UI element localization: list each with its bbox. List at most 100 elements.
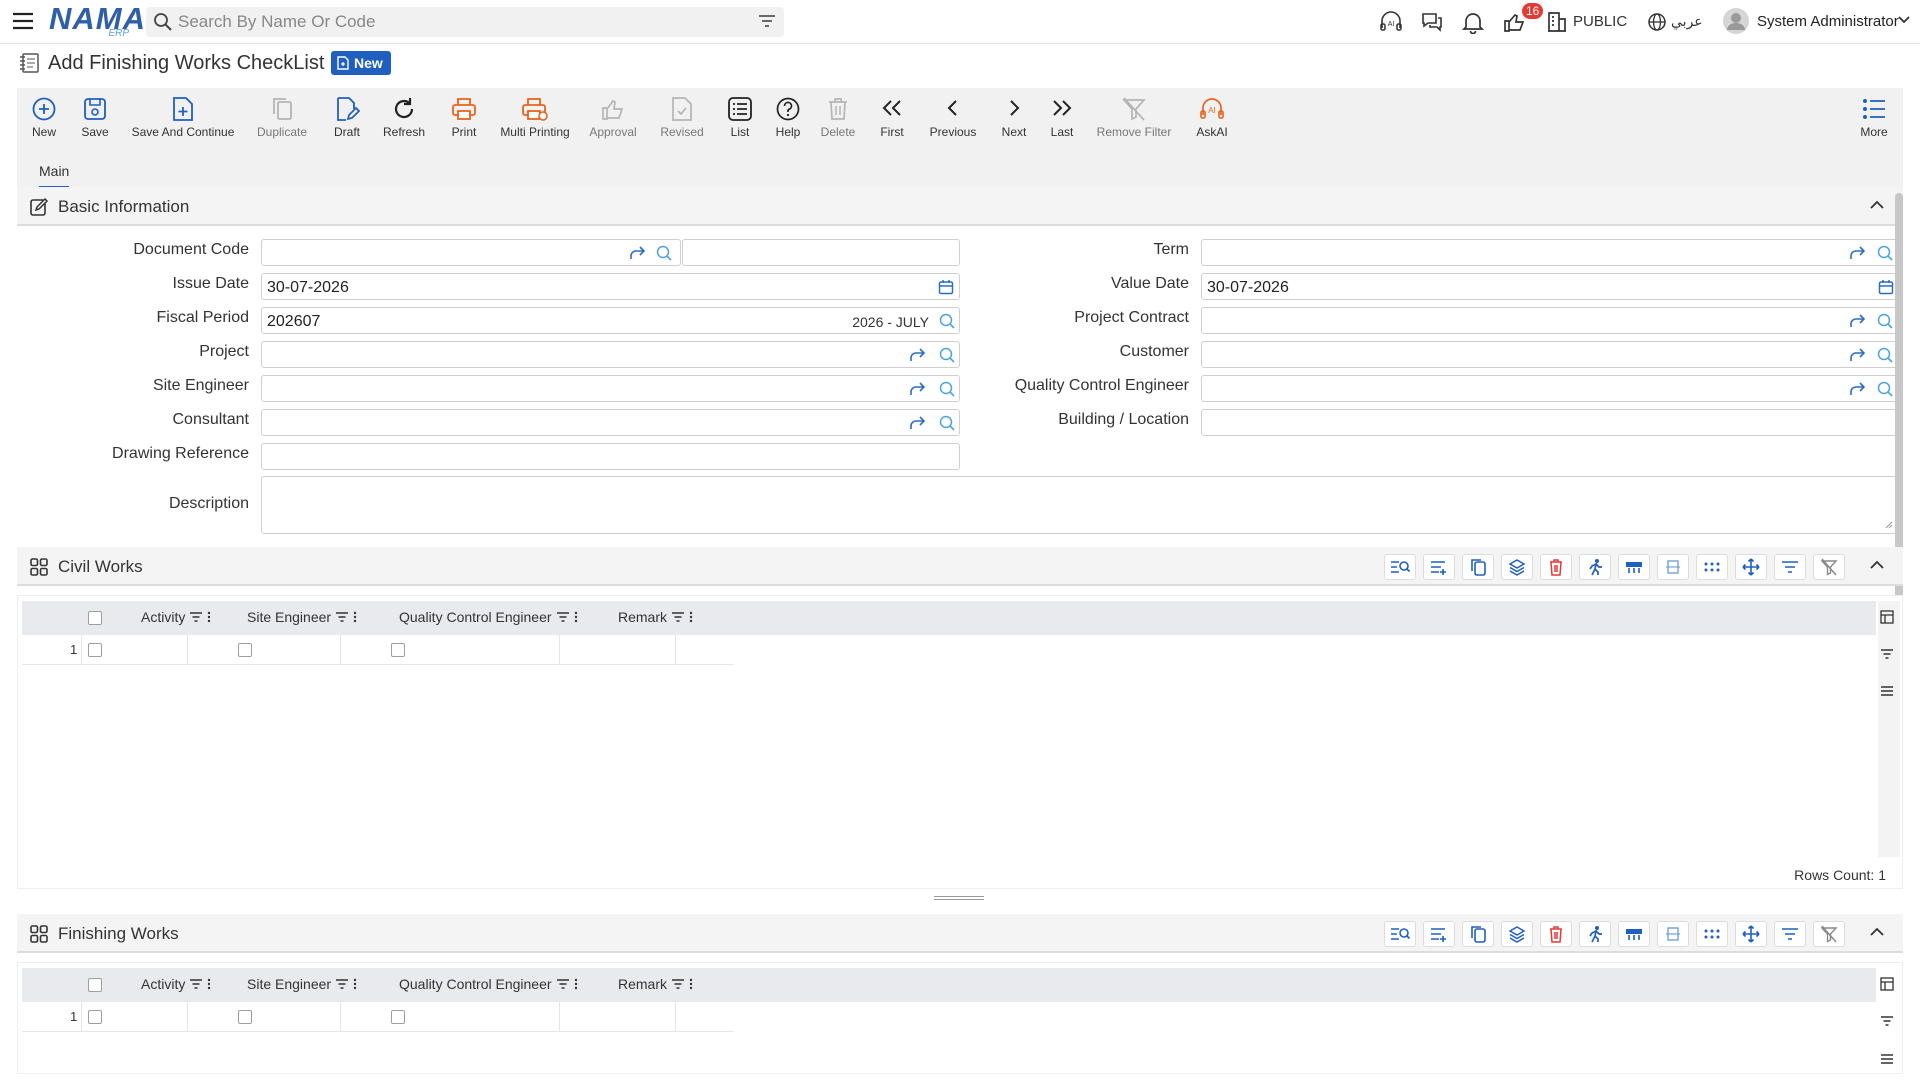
grid-merge-button[interactable] [1618, 554, 1650, 580]
approval-button[interactable]: Approval [586, 88, 640, 154]
document-code-input[interactable] [261, 239, 681, 266]
search-input[interactable] [178, 7, 738, 37]
remark-cell[interactable] [560, 635, 676, 665]
filter-icon[interactable] [189, 978, 203, 990]
resize-handle-icon[interactable] [1885, 521, 1893, 529]
grid-add-row-button[interactable] [1423, 554, 1455, 580]
grid-search-button[interactable] [1384, 921, 1416, 947]
branch-label[interactable]: PUBLIC [1573, 13, 1627, 30]
askai-button[interactable]: AI AskAI [1192, 88, 1232, 154]
tab-main[interactable]: Main [39, 163, 70, 188]
ai-assistant-icon[interactable]: AI [1379, 10, 1403, 34]
logo[interactable]: NAMA ERP [49, 3, 145, 39]
next-button[interactable]: Next [998, 88, 1030, 154]
select-all-checkbox[interactable] [88, 611, 102, 625]
site-engineer-checkbox[interactable] [238, 1010, 252, 1024]
quality-control-engineer-input[interactable] [1201, 375, 1898, 402]
column-menu-icon[interactable] [689, 611, 693, 623]
basic-information-header[interactable]: Basic Information [17, 187, 1903, 226]
chat-icon[interactable] [1420, 10, 1444, 34]
filter-icon[interactable] [556, 978, 570, 990]
grid-columns-icon[interactable] [1880, 610, 1894, 624]
filter-icon[interactable] [189, 611, 203, 623]
grid-delete-button[interactable] [1540, 921, 1572, 947]
grid-copy-button[interactable] [1462, 921, 1494, 947]
grid-run-button[interactable] [1579, 921, 1611, 947]
site-engineer-input[interactable] [261, 375, 960, 402]
draft-button[interactable]: Draft [328, 88, 366, 154]
multi-printing-button[interactable]: Multi Printing [495, 88, 575, 154]
open-link-icon[interactable] [1849, 313, 1867, 329]
open-link-icon[interactable] [909, 347, 927, 363]
column-header-site-engineer[interactable]: Site Engineer [247, 976, 357, 992]
filter-icon[interactable] [671, 978, 685, 990]
consultant-input[interactable] [261, 409, 960, 436]
column-menu-icon[interactable] [353, 611, 357, 623]
chevron-up-icon[interactable] [1869, 926, 1885, 938]
grid-layers-button[interactable] [1501, 554, 1533, 580]
table-row[interactable]: 1 [22, 1002, 734, 1032]
filter-icon[interactable] [758, 13, 776, 29]
grid-scrollbar[interactable] [1878, 601, 1900, 857]
open-link-icon[interactable] [1849, 381, 1867, 397]
grid-copy-button[interactable] [1462, 554, 1494, 580]
save-and-continue-button[interactable]: Save And Continue [127, 88, 239, 154]
civil-works-header[interactable]: Civil Works [17, 547, 1903, 586]
grid-run-button[interactable] [1579, 554, 1611, 580]
delete-button[interactable]: Delete [819, 88, 857, 154]
print-button[interactable]: Print [445, 88, 483, 154]
grid-width-button[interactable] [1657, 554, 1689, 580]
drawing-reference-input[interactable] [261, 443, 960, 470]
lookup-search-icon[interactable] [938, 381, 956, 397]
quality-control-engineer-checkbox[interactable] [391, 1010, 405, 1024]
save-button[interactable]: Save [75, 88, 115, 154]
revised-button[interactable]: Revised [657, 88, 707, 154]
more-button[interactable]: More [1857, 88, 1891, 154]
lookup-search-icon[interactable] [1876, 313, 1894, 329]
previous-button[interactable]: Previous [927, 88, 979, 154]
list-button[interactable]: List [725, 88, 755, 154]
duplicate-button[interactable]: Duplicate [254, 88, 310, 154]
menu-icon[interactable] [12, 11, 34, 31]
issue-date-input[interactable]: 30-07-2026 [261, 273, 960, 300]
column-header-quality-control-engineer[interactable]: Quality Control Engineer [399, 609, 578, 625]
remove-filter-button[interactable]: Remove Filter [1093, 88, 1175, 154]
grid-density-icon[interactable] [1880, 685, 1894, 697]
column-header-activity[interactable]: Activity [141, 609, 211, 625]
column-menu-icon[interactable] [207, 978, 211, 990]
grid-filter-icon[interactable] [1880, 1015, 1894, 1027]
bell-icon[interactable] [1462, 10, 1484, 34]
panel-resize-handle[interactable] [934, 896, 984, 900]
column-menu-icon[interactable] [207, 611, 211, 623]
grid-filter-button[interactable] [1774, 554, 1806, 580]
value-date-input[interactable]: 30-07-2026 [1201, 273, 1898, 300]
column-header-activity[interactable]: Activity [141, 976, 211, 992]
site-engineer-checkbox[interactable] [238, 643, 252, 657]
lookup-search-icon[interactable] [938, 313, 956, 329]
grid-width-button[interactable] [1657, 921, 1689, 947]
column-menu-icon[interactable] [689, 978, 693, 990]
help-button[interactable]: Help [773, 88, 803, 154]
description-textarea[interactable] [261, 476, 1898, 534]
chevron-down-icon[interactable] [1897, 15, 1911, 25]
lookup-search-icon[interactable] [1876, 347, 1894, 363]
grid-add-row-button[interactable] [1423, 921, 1455, 947]
project-contract-input[interactable] [1201, 307, 1898, 334]
last-button[interactable]: Last [1047, 88, 1077, 154]
open-link-icon[interactable] [909, 381, 927, 397]
column-header-site-engineer[interactable]: Site Engineer [247, 609, 357, 625]
grid-move-button[interactable] [1735, 921, 1767, 947]
column-menu-icon[interactable] [574, 611, 578, 623]
avatar[interactable] [1723, 8, 1749, 34]
chevron-up-icon[interactable] [1869, 559, 1885, 571]
column-header-remark[interactable]: Remark [618, 609, 693, 625]
grid-layers-button[interactable] [1501, 921, 1533, 947]
filter-icon[interactable] [671, 611, 685, 623]
open-link-icon[interactable] [909, 415, 927, 431]
grid-move-button[interactable] [1735, 554, 1767, 580]
building-icon[interactable] [1547, 10, 1567, 32]
customer-input[interactable] [1201, 341, 1898, 368]
grid-delete-button[interactable] [1540, 554, 1572, 580]
calendar-icon[interactable] [938, 279, 954, 295]
lookup-search-icon[interactable] [938, 347, 956, 363]
